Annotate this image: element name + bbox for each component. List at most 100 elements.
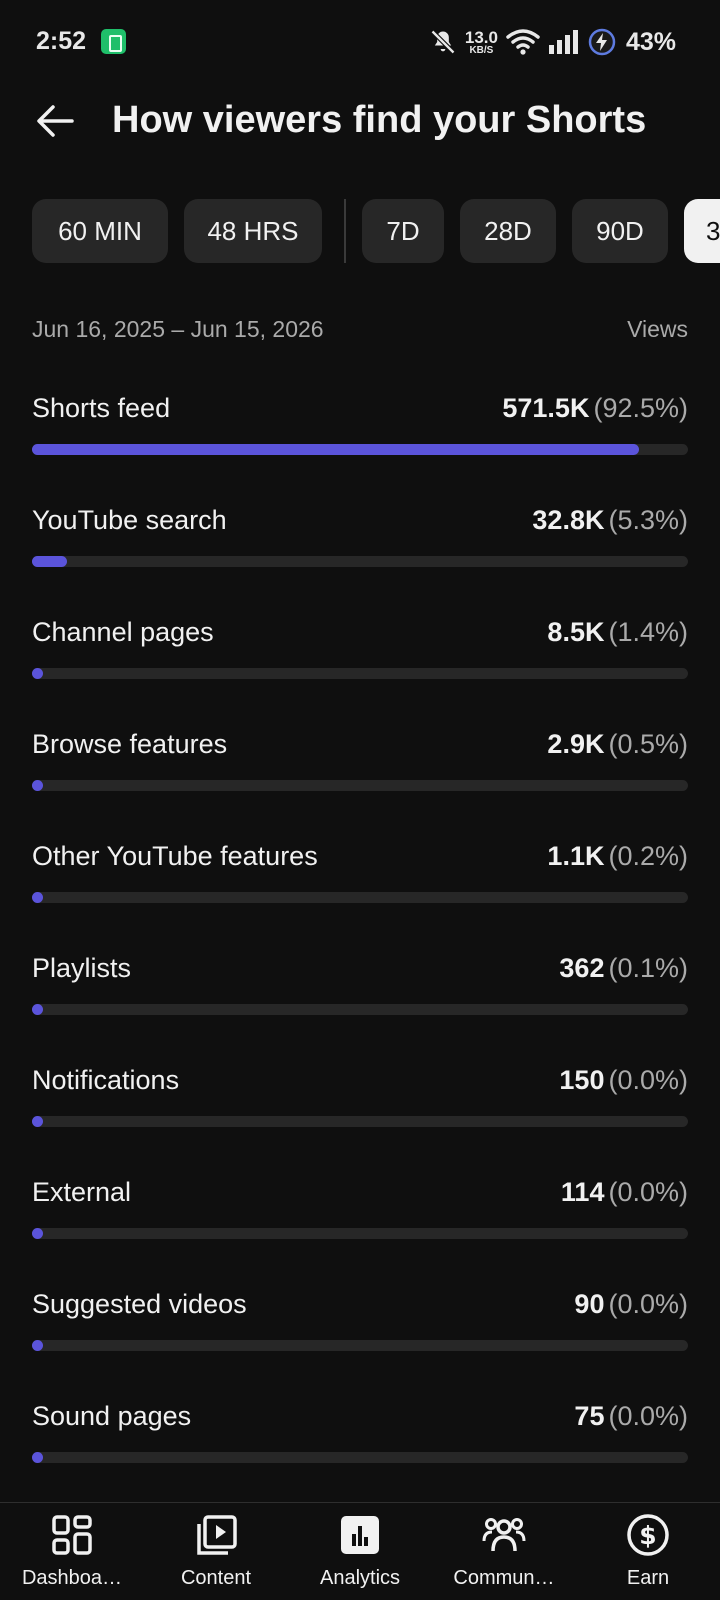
source-row[interactable]: Shorts feed 571.5K (92.5%)	[32, 393, 688, 505]
nav-label: Dashboa…	[21, 1567, 123, 1589]
source-views: 90	[574, 1289, 605, 1319]
source-bar-fill	[32, 780, 43, 791]
source-bar-track	[32, 1228, 688, 1239]
metric-label: Views	[627, 316, 688, 342]
source-label: Notifications	[32, 1065, 180, 1095]
battery-saver-icon	[101, 29, 126, 54]
source-label: Browse features	[32, 729, 228, 759]
date-range: Jun 16, 2025 – Jun 15, 2026	[32, 316, 324, 342]
header: How viewers find your Shorts	[0, 84, 720, 156]
source-value: 114 (0.0%)	[561, 1177, 688, 1208]
chip-label: 28D	[484, 215, 532, 246]
source-percent: (0.5%)	[608, 729, 688, 759]
source-row[interactable]: Other YouTube features 1.1K (0.2%)	[32, 841, 688, 953]
source-label: Other YouTube features	[32, 841, 318, 871]
source-percent: (0.0%)	[608, 1177, 688, 1207]
source-bar-fill	[32, 892, 43, 903]
source-views: 75	[574, 1401, 605, 1431]
source-row[interactable]: Browse features 2.9K (0.5%)	[32, 729, 688, 841]
chip-label: 7D	[386, 215, 420, 246]
chip-divider	[344, 199, 346, 263]
source-bar-fill	[32, 1116, 43, 1127]
source-row[interactable]: Playlists 362 (0.1%)	[32, 953, 688, 1065]
nav-earn[interactable]: $ Earn	[576, 1503, 720, 1600]
analytics-icon	[341, 1516, 379, 1554]
source-row[interactable]: Notifications 150 (0.0%)	[32, 1065, 688, 1177]
source-percent: (1.4%)	[608, 617, 688, 647]
source-bar-fill	[32, 668, 43, 679]
source-views: 362	[559, 953, 605, 983]
chip-label: 3	[706, 215, 720, 246]
back-arrow-icon[interactable]	[34, 100, 76, 142]
chip-selected-range[interactable]: 3	[684, 199, 720, 263]
chip-7d[interactable]: 7D	[362, 199, 444, 263]
chip-60-min[interactable]: 60 MIN	[32, 199, 168, 263]
source-bar-track	[32, 444, 688, 455]
chip-label: 60 MIN	[58, 215, 142, 246]
net-speed-value: 13.0	[464, 27, 498, 47]
battery-percent: 43%	[625, 27, 676, 56]
source-value: 362 (0.1%)	[559, 953, 688, 984]
source-bar-fill	[32, 444, 639, 455]
chip-label: 90D	[596, 215, 644, 246]
source-views: 32.8K	[532, 505, 605, 535]
source-row[interactable]: External 114 (0.0%)	[32, 1177, 688, 1289]
source-percent: (92.5%)	[593, 393, 688, 423]
status-icons: 13.0 KB/S 43%	[429, 24, 676, 60]
source-bar-track	[32, 668, 688, 679]
svg-text:$: $	[639, 1521, 656, 1550]
source-value: 1.1K (0.2%)	[547, 841, 688, 872]
source-views: 2.9K	[547, 729, 605, 759]
source-bar-fill	[32, 1228, 43, 1239]
source-label: Playlists	[32, 953, 132, 983]
net-speed-unit: KB/S	[469, 44, 494, 56]
nav-community[interactable]: Commun…	[432, 1503, 576, 1600]
source-bar-track	[32, 1004, 688, 1015]
source-views: 8.5K	[547, 617, 605, 647]
nav-dashboard[interactable]: Dashboa…	[0, 1503, 144, 1600]
chip-48-hrs[interactable]: 48 HRS	[184, 199, 322, 263]
source-percent: (0.2%)	[608, 841, 688, 871]
nav-label: Earn	[626, 1567, 670, 1589]
chip-label: 48 HRS	[207, 215, 299, 246]
traffic-source-list: Shorts feed 571.5K (92.5%) YouTube search…	[32, 393, 688, 1513]
page-title: How viewers find your Shorts	[112, 99, 647, 141]
source-views: 150	[559, 1065, 605, 1095]
nav-analytics[interactable]: Analytics	[288, 1503, 432, 1600]
status-bar: 2:52 13.0 KB/S 43%	[0, 0, 720, 84]
nav-label: Analytics	[319, 1567, 401, 1589]
wifi-icon	[506, 29, 540, 55]
source-percent: (0.0%)	[608, 1289, 688, 1319]
source-bar-track	[32, 780, 688, 791]
earn-icon: $	[627, 1514, 669, 1556]
source-views: 1.1K	[547, 841, 605, 871]
time-range-chips: 60 MIN 48 HRS 7D 28D 90D 3	[32, 199, 720, 263]
source-percent: (0.0%)	[608, 1401, 688, 1431]
source-value: 75 (0.0%)	[574, 1401, 688, 1432]
source-bar-track	[32, 1452, 688, 1463]
source-row[interactable]: YouTube search 32.8K (5.3%)	[32, 505, 688, 617]
chip-28d[interactable]: 28D	[460, 199, 556, 263]
chip-90d[interactable]: 90D	[572, 199, 668, 263]
source-label: Shorts feed	[32, 393, 171, 423]
nav-label: Commun…	[453, 1567, 555, 1589]
source-views: 571.5K	[502, 393, 590, 423]
source-row[interactable]: Suggested videos 90 (0.0%)	[32, 1289, 688, 1401]
source-label: YouTube search	[32, 505, 227, 535]
source-row[interactable]: Sound pages 75 (0.0%)	[32, 1401, 688, 1513]
source-label: Suggested videos	[32, 1289, 247, 1319]
source-label: Channel pages	[32, 617, 214, 647]
nav-content[interactable]: Content	[144, 1503, 288, 1600]
source-bar-track	[32, 1340, 688, 1351]
source-row[interactable]: Channel pages 8.5K (1.4%)	[32, 617, 688, 729]
source-bar-fill	[32, 556, 67, 567]
signal-icon	[548, 30, 578, 54]
source-value: 8.5K (1.4%)	[547, 617, 688, 648]
source-label: External	[32, 1177, 132, 1207]
source-bar-track	[32, 1116, 688, 1127]
source-percent: (0.0%)	[608, 1065, 688, 1095]
source-value: 150 (0.0%)	[559, 1065, 688, 1096]
battery-charging-icon	[588, 28, 616, 56]
source-percent: (0.1%)	[608, 953, 688, 983]
source-value: 90 (0.0%)	[574, 1289, 688, 1320]
